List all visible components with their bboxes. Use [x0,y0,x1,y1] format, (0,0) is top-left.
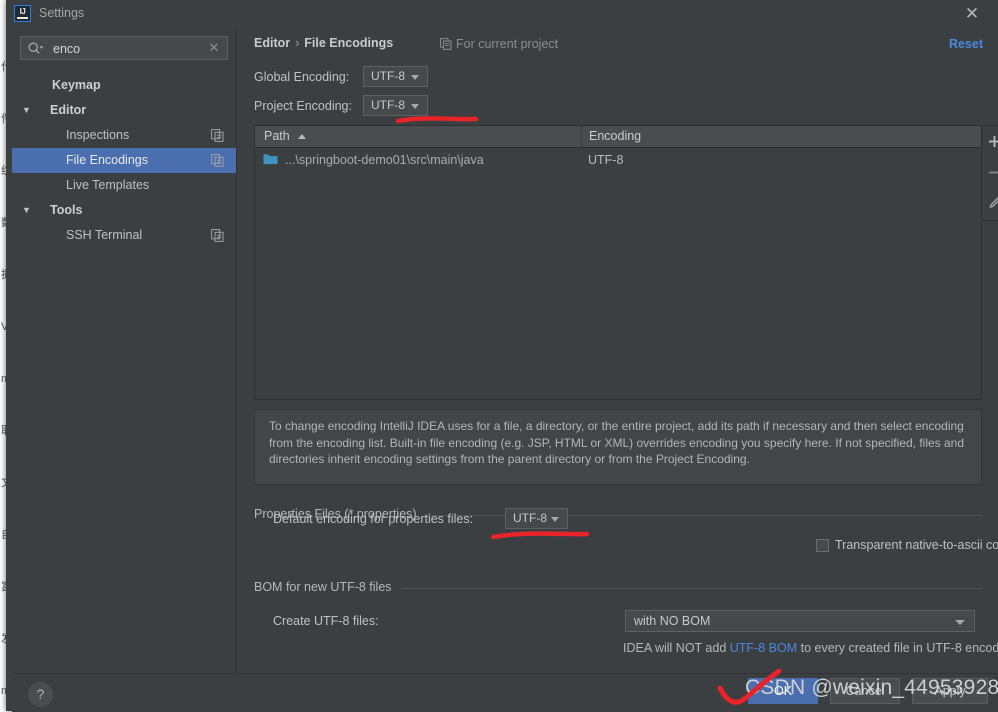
sidebar-item-ssh-terminal[interactable]: SSH Terminal [12,223,236,248]
description-panel: To change encoding IntelliJ IDEA uses fo… [254,409,982,485]
sidebar-item-editor[interactable]: ▼ Editor [12,98,236,123]
settings-dialog: IJ Settings ✕ ✕ Keymap▼EditorInspections… [6,0,998,711]
global-encoding-label: Global Encoding: [254,70,349,84]
sidebar-item-inspections[interactable]: Inspections [12,123,236,148]
breadcrumb-parent[interactable]: Editor [254,36,290,50]
intellij-idea-icon: IJ [14,5,31,22]
copy-project-icon [211,229,224,242]
for-current-project-label: For current project [440,37,558,51]
chevron-down-icon [411,104,419,109]
sidebar-item-label: Inspections [66,123,129,148]
dialog-title: Settings [39,6,84,20]
table-row[interactable]: ...\springboot-demo01\src\main\java UTF-… [255,148,981,172]
copy-project-icon [440,38,452,50]
pencil-icon [982,188,998,219]
sidebar-item-label: Live Templates [66,173,149,198]
search-box[interactable]: ✕ [20,36,228,60]
create-utf8-files-dropdown[interactable]: with NO BOM [625,610,975,632]
add-button[interactable] [982,126,998,157]
sidebar-item-tools[interactable]: ▼ Tools [12,198,236,223]
plus-icon [982,126,998,157]
sidebar-item-label: Keymap [52,73,101,98]
table-toolbar [982,125,998,221]
transparent-native-to-ascii-checkbox[interactable] [816,539,829,552]
bom-note-prefix: IDEA will NOT add [623,641,730,655]
copy-project-icon [211,129,224,142]
chevron-down-icon [955,620,965,625]
sidebar-item-label: SSH Terminal [66,223,142,248]
bom-note-suffix: to every created file in UTF-8 encoding [797,641,998,655]
transparent-native-to-ascii-label[interactable]: Transparent native-to-ascii conversion [835,538,998,552]
edit-button[interactable] [982,188,998,219]
default-properties-encoding-label: Default encoding for properties files: [273,512,473,526]
settings-content-pane: Editor › File Encodings For current projec… [236,28,998,673]
project-encoding-value: UTF-8 [371,96,405,115]
chevron-down-icon [551,517,559,522]
bom-note-link[interactable]: UTF-8 BOM [730,641,797,655]
reset-link[interactable]: Reset [949,37,983,51]
project-encoding-dropdown[interactable]: UTF-8 [363,95,428,116]
folder-icon [263,153,278,165]
table-cell-encoding: UTF-8 [588,148,623,172]
create-utf8-files-value: with NO BOM [634,611,710,631]
bom-section-title: BOM for new UTF-8 files [254,580,399,594]
settings-sidebar: ✕ Keymap ▼ EditorInspectionsFile Encodings… [12,28,236,673]
column-header-encoding[interactable]: Encoding [589,126,641,147]
help-button[interactable]: ? [28,682,53,707]
column-divider[interactable] [581,126,582,147]
remove-button[interactable] [982,157,998,188]
breadcrumb: Editor › File Encodings [254,36,393,50]
chevron-down-icon [411,75,419,80]
project-encoding-label: Project Encoding: [254,99,352,113]
sidebar-item-label: File Encodings [66,148,148,173]
clear-search-icon[interactable]: ✕ [207,40,221,56]
properties-encoding-dropdown[interactable]: UTF-8 [505,508,568,529]
column-header-path[interactable]: Path [264,126,290,147]
global-encoding-dropdown[interactable]: UTF-8 [363,66,428,87]
for-current-project-text: For current project [456,37,558,51]
encodings-table[interactable]: Path Encoding ...\springboot-demo01\src\… [254,125,982,400]
section-divider [401,588,982,589]
dialog-titlebar: IJ Settings ✕ [6,0,998,28]
description-text: To change encoding IntelliJ IDEA uses fo… [269,418,969,468]
breadcrumb-separator: › [295,36,299,50]
bom-note: IDEA will NOT add UTF-8 BOM to every cre… [623,641,998,655]
sidebar-item-live-templates[interactable]: Live Templates [12,173,236,198]
sidebar-item-label: Tools [50,198,82,223]
chevron-down-icon[interactable]: ▼ [22,98,34,123]
watermark: CSDN @weixin_44953928 [745,676,998,700]
table-cell-path: ...\springboot-demo01\src\main\java [285,148,484,172]
search-icon [27,41,43,56]
close-icon[interactable]: ✕ [962,4,982,24]
sort-ascending-icon [298,134,306,139]
search-input[interactable] [51,37,205,61]
minus-icon [982,157,998,188]
sidebar-item-label: Editor [50,98,86,123]
properties-encoding-value: UTF-8 [513,509,547,528]
chevron-down-icon[interactable]: ▼ [22,198,34,223]
breadcrumb-current: File Encodings [304,36,393,50]
sidebar-item-file-encodings[interactable]: File Encodings [12,148,236,173]
copy-project-icon [211,154,224,167]
global-encoding-value: UTF-8 [371,67,405,86]
create-utf8-files-label: Create UTF-8 files: [273,614,379,628]
bom-section-header: BOM for new UTF-8 files [254,588,982,589]
table-header-row: Path Encoding [255,126,981,148]
sidebar-item-keymap[interactable]: Keymap [12,73,236,98]
